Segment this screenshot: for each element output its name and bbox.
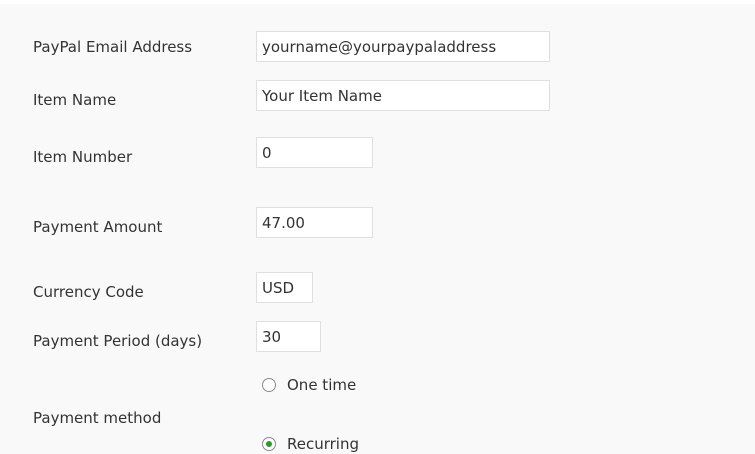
- paypal-settings-form: PayPal Email Address Item Name Item Numb…: [0, 0, 755, 454]
- recurring-label: Recurring: [287, 435, 359, 453]
- payment-method-option-recurring[interactable]: Recurring: [262, 435, 359, 453]
- paypal-email-input[interactable]: [256, 31, 550, 62]
- currency-code-label: Currency Code: [33, 283, 144, 301]
- currency-code-input[interactable]: [256, 272, 313, 303]
- item-number-input[interactable]: [256, 137, 373, 168]
- item-name-input[interactable]: [256, 80, 550, 111]
- one-time-radio[interactable]: [262, 378, 276, 392]
- payment-period-label: Payment Period (days): [33, 332, 203, 350]
- payment-amount-input[interactable]: [256, 207, 373, 238]
- payment-method-option-one-time[interactable]: One time: [262, 376, 356, 394]
- item-number-label: Item Number: [33, 148, 133, 166]
- one-time-label: One time: [287, 376, 357, 394]
- payment-amount-label: Payment Amount: [33, 218, 163, 236]
- paypal-email-label: PayPal Email Address: [33, 38, 193, 56]
- recurring-radio[interactable]: [262, 437, 276, 451]
- item-name-label: Item Name: [33, 91, 117, 109]
- payment-method-label: Payment method: [33, 409, 162, 427]
- payment-period-input[interactable]: [256, 321, 321, 352]
